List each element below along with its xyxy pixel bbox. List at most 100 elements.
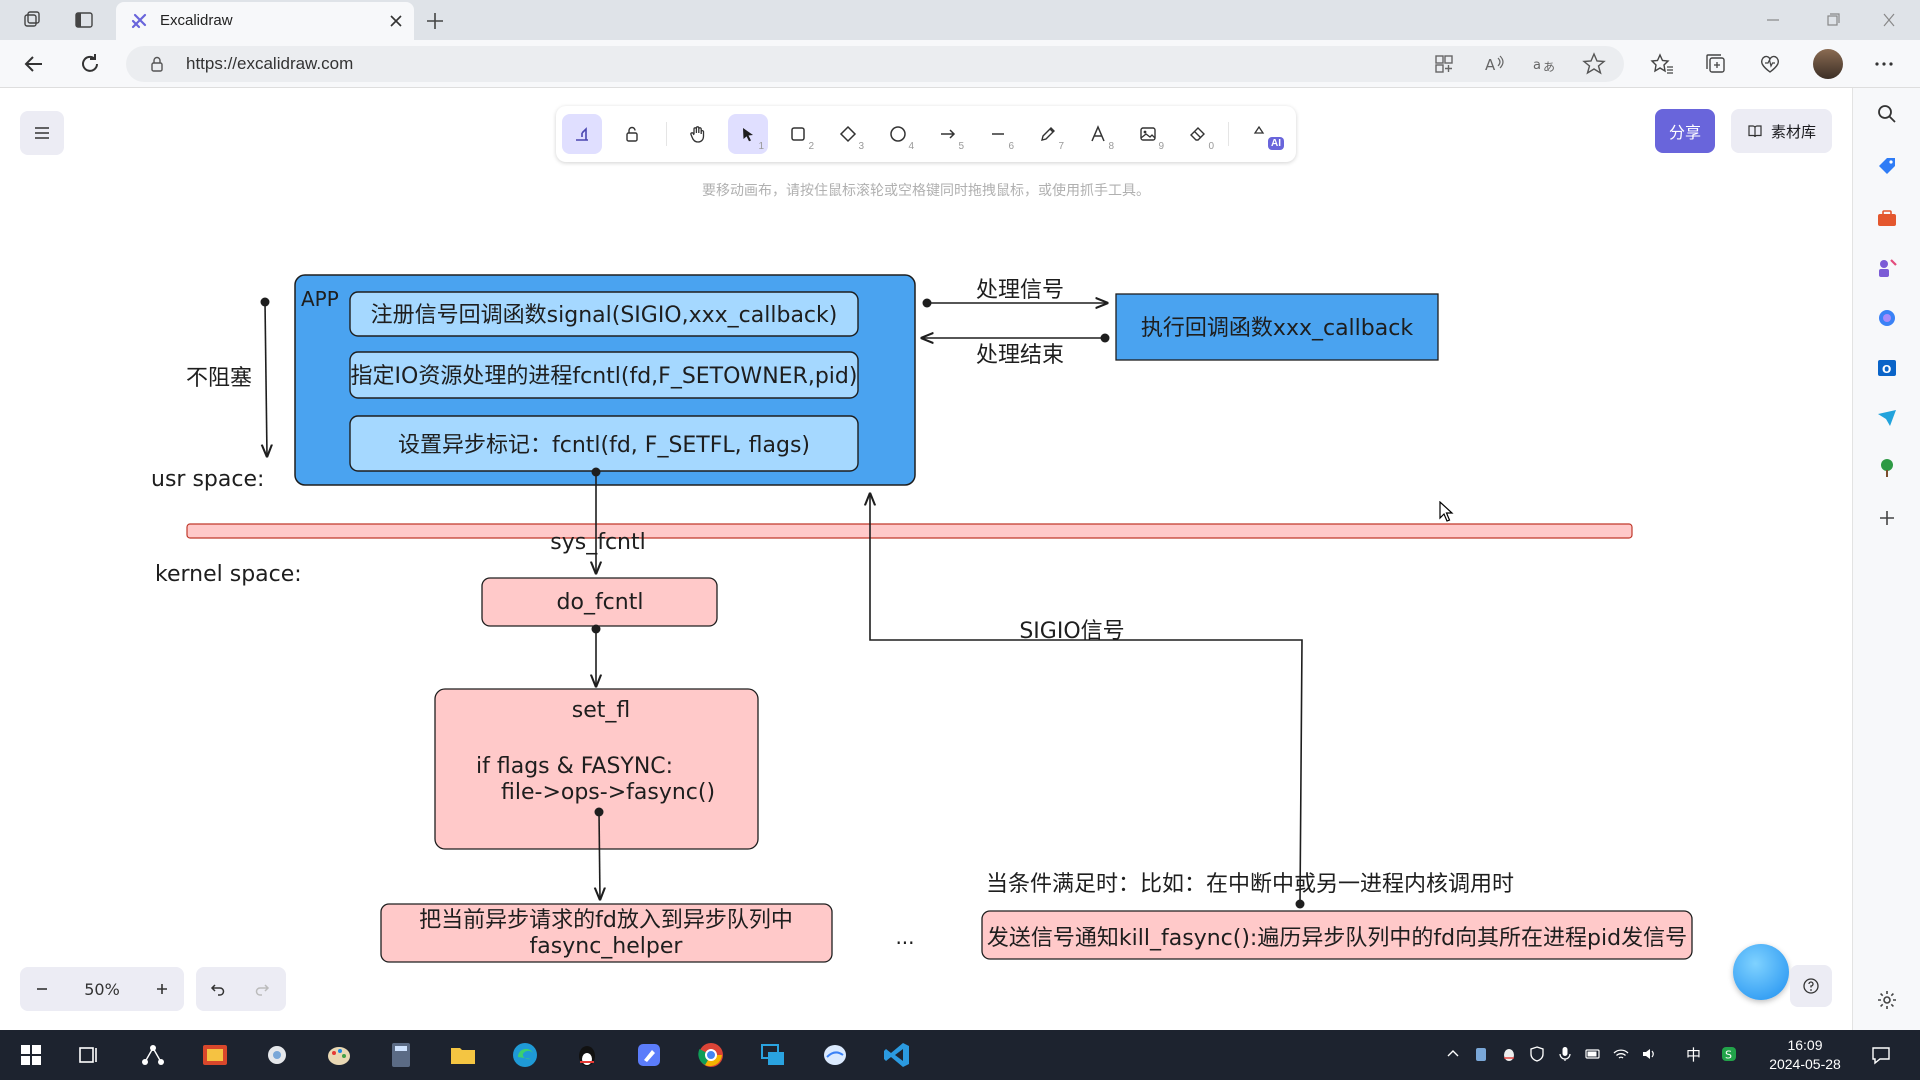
shopping-tag-icon[interactable] xyxy=(1875,154,1899,178)
profile-avatar[interactable] xyxy=(1813,49,1843,79)
keep-tool-active-button[interactable] xyxy=(562,114,602,154)
sys-fcntl-label: sys_fcntl xyxy=(550,530,645,555)
search-icon[interactable] xyxy=(1875,102,1899,126)
selection-tool-button[interactable]: 1 xyxy=(728,114,768,154)
treasure-app-icon[interactable] xyxy=(200,1040,230,1070)
show-hidden-icons-icon[interactable] xyxy=(1444,1045,1462,1063)
translate-icon[interactable]: aあ xyxy=(1530,50,1558,78)
line-tool-button[interactable]: 6 xyxy=(978,114,1018,154)
ai-tools-button[interactable]: AI xyxy=(1238,114,1288,154)
qq-app-icon[interactable] xyxy=(572,1040,602,1070)
reload-icon[interactable] xyxy=(76,50,104,78)
more-menu-icon[interactable] xyxy=(1870,50,1898,78)
zoom-level[interactable]: 50% xyxy=(64,967,140,1011)
toolbar-divider xyxy=(666,122,667,146)
draw-tool-button[interactable]: 7 xyxy=(1028,114,1068,154)
send-icon[interactable] xyxy=(1875,406,1899,430)
notifications-icon[interactable] xyxy=(1870,1044,1892,1066)
favorite-star-icon[interactable] xyxy=(1580,50,1608,78)
collections-icon[interactable] xyxy=(1702,50,1730,78)
wifi-icon[interactable] xyxy=(1612,1045,1630,1063)
restore-icon[interactable] xyxy=(1818,8,1848,32)
handle-done-label: 处理结束 xyxy=(976,343,1064,368)
fish-app-icon[interactable] xyxy=(820,1040,850,1070)
task-view-icon[interactable] xyxy=(74,1040,104,1070)
nonblocking-label: 不阻塞 xyxy=(186,366,252,391)
new-tab-icon[interactable] xyxy=(422,8,448,34)
tab-title: Excalidraw xyxy=(160,12,233,29)
main-menu-button[interactable] xyxy=(20,111,64,155)
copilot-icon[interactable] xyxy=(1875,306,1899,330)
paint-app-icon[interactable] xyxy=(324,1040,354,1070)
tab-actions-icon[interactable] xyxy=(70,6,98,34)
lock-icon[interactable] xyxy=(148,55,166,73)
app-available-icon[interactable] xyxy=(1430,50,1458,78)
gear-app-icon[interactable] xyxy=(262,1040,292,1070)
file-explorer-icon[interactable] xyxy=(448,1040,478,1070)
sogou-ime-icon[interactable]: S xyxy=(1720,1045,1738,1063)
tray-app-icon[interactable] xyxy=(1472,1045,1490,1063)
ai-badge: AI xyxy=(1268,137,1284,150)
games-icon[interactable] xyxy=(1875,256,1899,280)
zoom-in-button[interactable] xyxy=(140,967,184,1011)
network-app-icon[interactable] xyxy=(138,1040,168,1070)
share-button[interactable]: 分享 xyxy=(1655,109,1715,153)
library-button[interactable]: 素材库 xyxy=(1731,109,1832,153)
text-tool-button[interactable]: 8 xyxy=(1078,114,1118,154)
calculator-app-icon[interactable] xyxy=(386,1040,416,1070)
tree-icon[interactable] xyxy=(1875,456,1899,480)
tool-key: 9 xyxy=(1158,141,1164,152)
workspaces-icon[interactable] xyxy=(18,6,46,34)
close-window-icon[interactable] xyxy=(1874,8,1904,32)
callback-box-text: 执行回调函数xxx_callback xyxy=(1141,316,1413,341)
vscode-icon[interactable] xyxy=(882,1040,912,1070)
note-app-icon[interactable] xyxy=(634,1040,664,1070)
close-tab-icon[interactable] xyxy=(386,11,406,31)
undo-button[interactable] xyxy=(196,967,240,1011)
url-field[interactable]: https://excalidraw.com xyxy=(126,46,1624,82)
excalidraw-canvas[interactable]: 不阻塞 usr space: kernel space: APP 注册信号回调函… xyxy=(0,89,1852,1030)
chrome-browser-icon[interactable] xyxy=(696,1040,726,1070)
eraser-tool-button[interactable]: 0 xyxy=(1178,114,1218,154)
browser-tab-bar: Excalidraw xyxy=(0,0,1920,40)
edge-browser-icon[interactable] xyxy=(510,1040,540,1070)
read-aloud-icon[interactable]: A xyxy=(1480,50,1508,78)
favorites-icon[interactable] xyxy=(1648,50,1676,78)
pointer-icon xyxy=(743,128,753,142)
svg-text:a: a xyxy=(1533,58,1541,73)
minimize-icon[interactable] xyxy=(1758,8,1788,32)
help-button[interactable] xyxy=(1790,965,1832,1007)
add-sidebar-app-icon[interactable] xyxy=(1875,506,1899,530)
hand-tool-button[interactable] xyxy=(678,114,718,154)
diamond-tool-button[interactable]: 3 xyxy=(828,114,868,154)
windows-start-icon[interactable] xyxy=(16,1040,46,1070)
toolbox-icon[interactable] xyxy=(1875,206,1899,230)
browser-essentials-icon[interactable] xyxy=(1756,50,1784,78)
handle-signal-label: 处理信号 xyxy=(976,278,1064,303)
toolbar-divider xyxy=(1228,122,1229,146)
sidebar-settings-icon[interactable] xyxy=(1875,988,1899,1012)
volume-icon[interactable] xyxy=(1640,1045,1658,1063)
rectangle-tool-button[interactable]: 2 xyxy=(778,114,818,154)
microphone-icon[interactable] xyxy=(1556,1045,1574,1063)
arrow-tool-button[interactable]: 5 xyxy=(928,114,968,154)
outlook-icon[interactable]: O xyxy=(1875,356,1899,380)
usr-space-label: usr space: xyxy=(151,467,264,492)
floating-assistant-button[interactable] xyxy=(1733,944,1789,1000)
unlock-button[interactable] xyxy=(612,114,652,154)
tab-excalidraw[interactable]: Excalidraw xyxy=(116,2,414,40)
tool-key: 7 xyxy=(1058,141,1064,152)
image-tool-button[interactable]: 9 xyxy=(1128,114,1168,154)
hand-icon xyxy=(690,126,705,143)
qq-tray-icon[interactable] xyxy=(1500,1045,1518,1063)
battery-icon[interactable] xyxy=(1584,1045,1602,1063)
remote-app-icon[interactable] xyxy=(758,1040,788,1070)
input-method-indicator[interactable]: 中 xyxy=(1686,1044,1701,1065)
redo-button[interactable] xyxy=(240,967,284,1011)
ellipse-tool-button[interactable]: 4 xyxy=(878,114,918,154)
taskbar-clock[interactable]: 16:09 2024-05-28 xyxy=(1760,1036,1850,1074)
ellipsis-label: ... xyxy=(895,925,914,949)
zoom-out-button[interactable] xyxy=(20,967,64,1011)
back-icon[interactable] xyxy=(20,50,48,78)
shield-icon[interactable] xyxy=(1528,1045,1546,1063)
